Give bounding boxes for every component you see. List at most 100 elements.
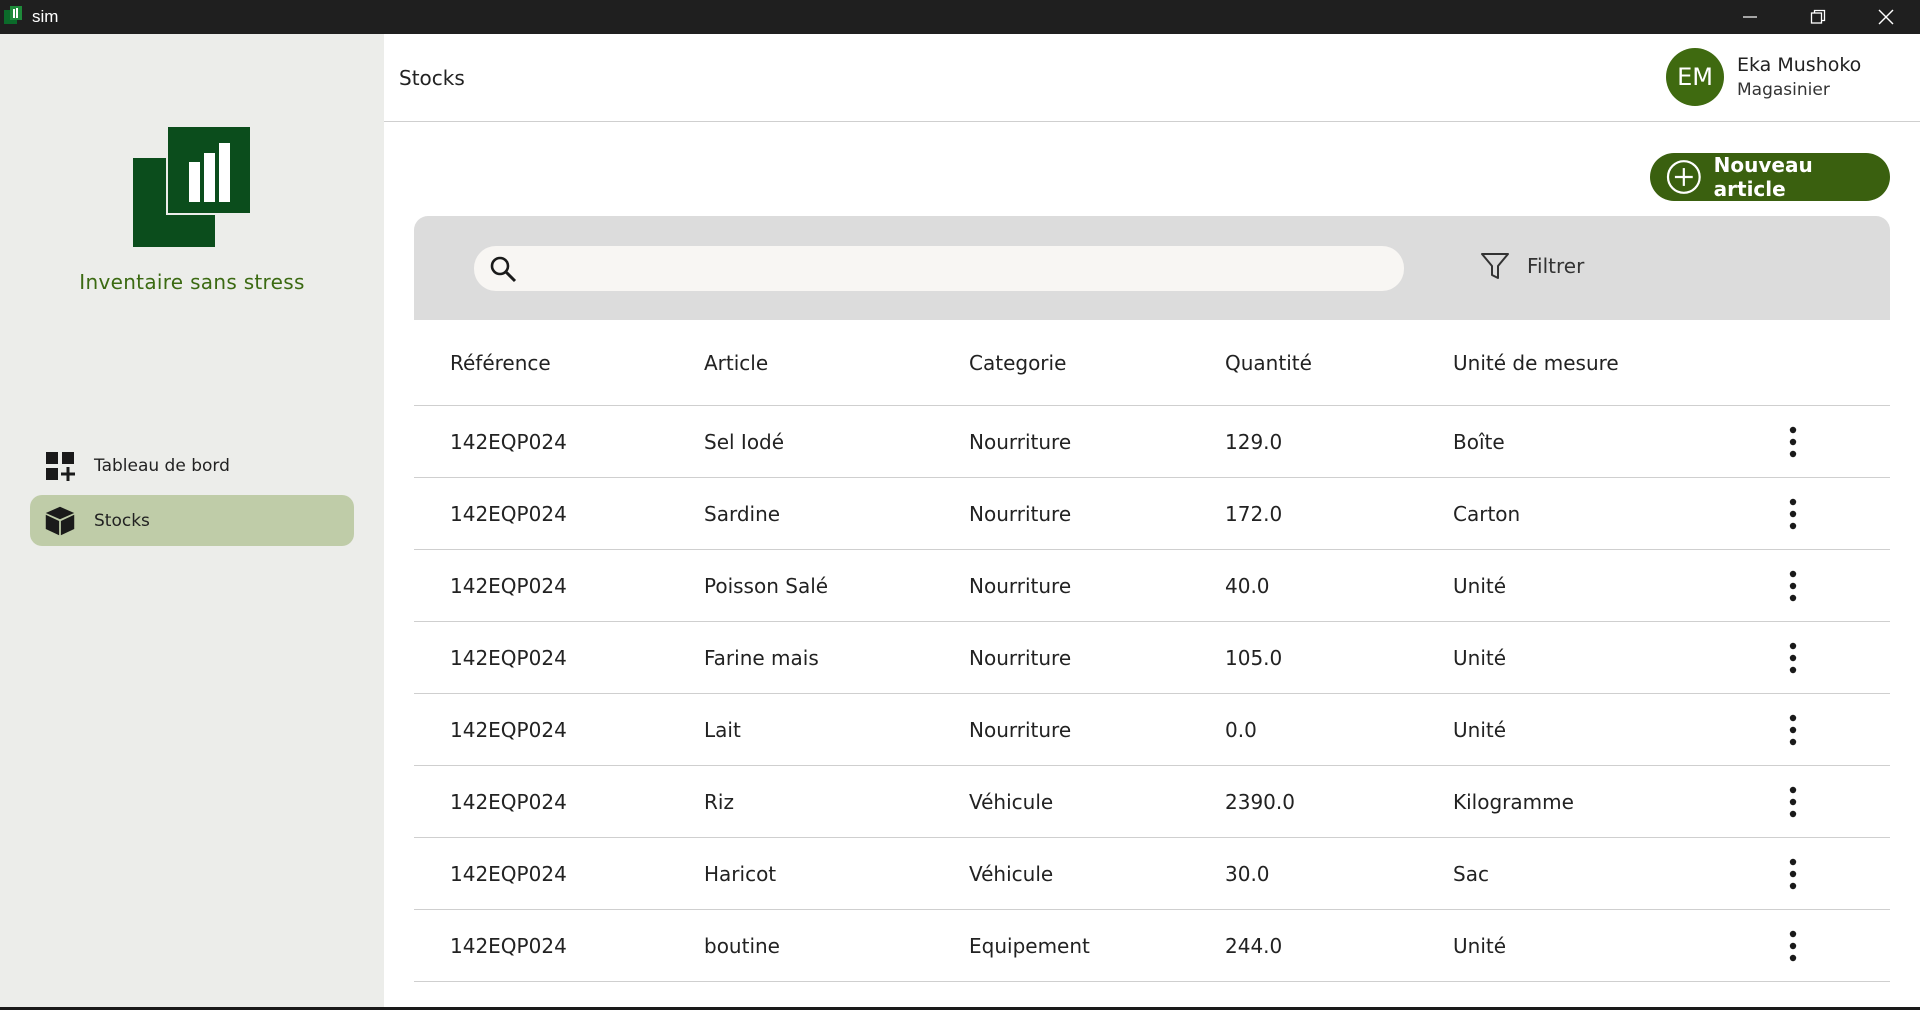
cell-unit: Unité xyxy=(1453,645,1507,670)
table-row[interactable]: 142EQP024 Sel Iodé Nourriture 129.0 Boîte xyxy=(414,406,1890,478)
cell-unit: Kilogramme xyxy=(1453,789,1574,814)
cell-category: Nourriture xyxy=(969,645,1072,670)
app-icon xyxy=(4,6,24,28)
cell-quantity: 0.0 xyxy=(1225,717,1257,742)
cell-category: Véhicule xyxy=(969,861,1054,886)
cell-category: Véhicule xyxy=(969,789,1054,814)
cell-article: boutine xyxy=(704,933,780,958)
cell-reference: 142EQP024 xyxy=(450,861,567,886)
cell-unit: Unité xyxy=(1453,717,1507,742)
column-header-unit[interactable]: Unité de mesure xyxy=(1453,351,1773,375)
new-article-label: Nouveau article xyxy=(1713,153,1813,201)
cell-category: Nourriture xyxy=(969,501,1072,526)
close-button[interactable] xyxy=(1852,0,1920,34)
row-menu-button[interactable] xyxy=(1773,638,1813,678)
cell-quantity: 105.0 xyxy=(1225,645,1283,670)
avatar: EM xyxy=(1666,48,1724,106)
table-row[interactable]: 142EQP024 Lait Nourriture 0.0 Unité xyxy=(414,694,1890,766)
cell-category: Nourriture xyxy=(969,717,1072,742)
table-row[interactable]: 142EQP024 Poisson Salé Nourriture 40.0 Unité xyxy=(414,550,1890,622)
cell-reference: 142EQP024 xyxy=(450,717,567,742)
cell-unit: Unité xyxy=(1453,933,1507,958)
more-vertical-icon xyxy=(1789,714,1797,745)
cell-unit: Sac xyxy=(1453,861,1489,886)
cell-quantity: 172.0 xyxy=(1225,501,1283,526)
stocks-table: Référence Article Categorie Quantité Uni… xyxy=(414,320,1890,982)
column-header-article[interactable]: Article xyxy=(704,351,969,375)
top-bar: Stocks EM Eka Mushoko Magasinier xyxy=(384,34,1920,122)
page-title: Stocks xyxy=(399,66,465,90)
search-box[interactable] xyxy=(474,246,1404,291)
cell-category: Nourriture xyxy=(969,573,1072,598)
row-menu-button[interactable] xyxy=(1773,566,1813,606)
table-row[interactable]: 142EQP024 Farine mais Nourriture 105.0 Unité xyxy=(414,622,1890,694)
row-menu-button[interactable] xyxy=(1773,422,1813,462)
cell-quantity: 2390.0 xyxy=(1225,789,1295,814)
user-role: Magasinier xyxy=(1737,80,1830,100)
more-vertical-icon xyxy=(1789,642,1797,673)
cell-category: Equipement xyxy=(969,933,1090,958)
cell-unit: Unité xyxy=(1453,573,1507,598)
sidebar-item-label: Tableau de bord xyxy=(94,455,230,476)
cell-reference: 142EQP024 xyxy=(450,789,567,814)
cell-quantity: 30.0 xyxy=(1225,861,1270,886)
brand-tagline: Inventaire sans stress xyxy=(79,270,305,294)
cell-article: Lait xyxy=(704,717,741,742)
user-profile[interactable]: EM Eka Mushoko Magasinier xyxy=(1666,48,1861,106)
row-menu-button[interactable] xyxy=(1773,854,1813,894)
cell-reference: 142EQP024 xyxy=(450,429,567,454)
cell-article: Farine mais xyxy=(704,645,819,670)
filter-label: Filtrer xyxy=(1527,254,1585,278)
box-icon xyxy=(44,505,76,537)
cell-reference: 142EQP024 xyxy=(450,573,567,598)
filter-icon xyxy=(1481,253,1509,279)
sidebar-item-dashboard[interactable]: Tableau de bord xyxy=(30,440,354,491)
search-input[interactable] xyxy=(528,258,1388,279)
cell-quantity: 40.0 xyxy=(1225,573,1270,598)
filter-button[interactable]: Filtrer xyxy=(1479,250,1584,282)
cell-unit: Boîte xyxy=(1453,429,1505,454)
table-row[interactable]: 142EQP024 Haricot Véhicule 30.0 Sac xyxy=(414,838,1890,910)
sidebar-item-label: Stocks xyxy=(94,510,150,531)
restore-button[interactable] xyxy=(1784,0,1852,34)
cell-unit: Carton xyxy=(1453,501,1521,526)
minimize-icon xyxy=(1743,16,1757,18)
cell-article: Sardine xyxy=(704,501,781,526)
row-menu-button[interactable] xyxy=(1773,710,1813,750)
row-menu-button[interactable] xyxy=(1773,926,1813,966)
minimize-button[interactable] xyxy=(1716,0,1784,34)
cell-article: Poisson Salé xyxy=(704,573,829,598)
cell-category: Nourriture xyxy=(969,429,1072,454)
more-vertical-icon xyxy=(1789,570,1797,601)
more-vertical-icon xyxy=(1789,930,1797,961)
main-content: Stocks EM Eka Mushoko Magasinier Nouveau… xyxy=(384,34,1920,1010)
app-window: Inventaire sans stress Tableau de bord S… xyxy=(0,34,1920,1010)
new-article-button[interactable]: Nouveau article xyxy=(1650,153,1890,201)
row-menu-button[interactable] xyxy=(1773,494,1813,534)
restore-icon xyxy=(1810,9,1826,24)
cell-article: Haricot xyxy=(704,861,777,886)
add-circle-icon xyxy=(1666,160,1701,194)
row-menu-button[interactable] xyxy=(1773,782,1813,822)
cell-quantity: 244.0 xyxy=(1225,933,1283,958)
column-header-quantity[interactable]: Quantité xyxy=(1225,351,1453,375)
more-vertical-icon xyxy=(1789,858,1797,889)
cell-reference: 142EQP024 xyxy=(450,501,567,526)
cell-reference: 142EQP024 xyxy=(450,933,567,958)
close-icon xyxy=(1878,9,1894,25)
table-row[interactable]: 142EQP024 Riz Véhicule 2390.0 Kilogramme xyxy=(414,766,1890,838)
search-icon xyxy=(490,256,517,282)
column-header-reference[interactable]: Référence xyxy=(414,351,704,375)
window-title: sim xyxy=(32,7,59,26)
cell-reference: 142EQP024 xyxy=(450,645,567,670)
table-header: Référence Article Categorie Quantité Uni… xyxy=(414,320,1890,406)
column-header-category[interactable]: Categorie xyxy=(969,351,1225,375)
cell-article: Sel Iodé xyxy=(704,429,785,454)
window-titlebar: sim xyxy=(0,0,1920,34)
sidebar: Inventaire sans stress Tableau de bord S… xyxy=(0,34,384,1010)
table-row[interactable]: 142EQP024 boutine Equipement 244.0 Unité xyxy=(414,910,1890,982)
sidebar-item-stocks[interactable]: Stocks xyxy=(30,495,354,546)
cell-quantity: 129.0 xyxy=(1225,429,1283,454)
table-body: 142EQP024 Sel Iodé Nourriture 129.0 Boîte 142… xyxy=(414,406,1890,982)
table-row[interactable]: 142EQP024 Sardine Nourriture 172.0 Carton xyxy=(414,478,1890,550)
